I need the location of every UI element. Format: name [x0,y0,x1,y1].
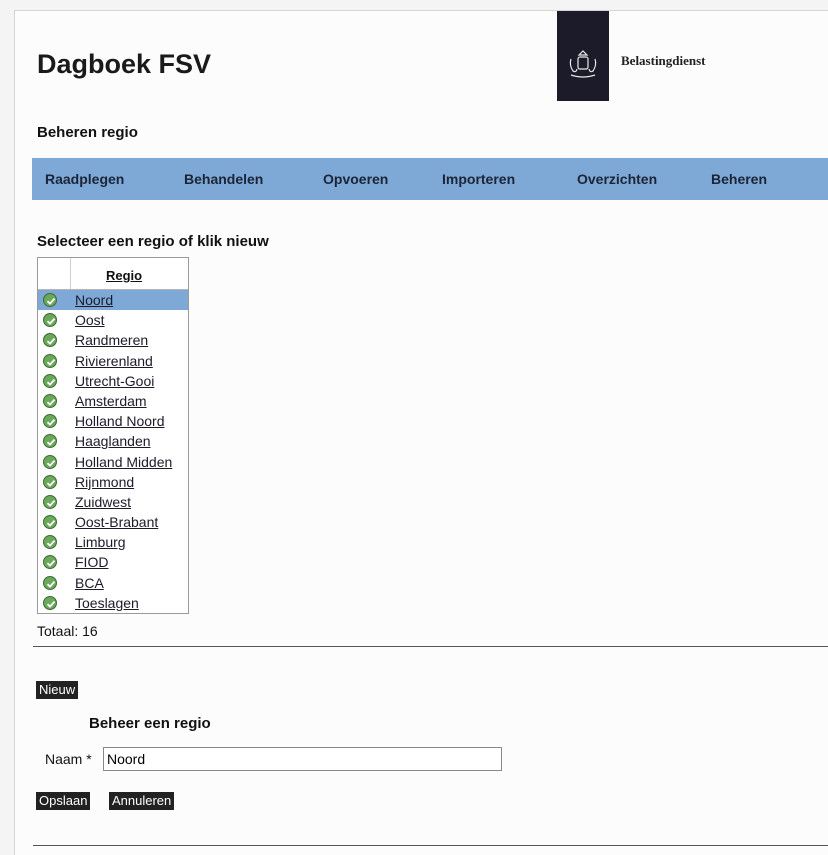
regio-link[interactable]: Holland Midden [75,454,172,470]
table-body: Noord Oost Randmeren Rivierenland Utrecht-Go… [38,290,188,613]
regio-link[interactable]: Limburg [75,534,126,550]
check-icon [43,414,57,429]
divider [33,646,828,647]
check-icon [43,494,57,509]
regio-link[interactable]: Noord [75,292,113,308]
form-title: Beheer een regio [89,715,211,732]
table-row[interactable]: Oost [38,310,188,330]
check-icon [43,313,57,328]
page: Dagboek FSV Belastingdienst Beheren regi… [14,10,828,855]
table-row[interactable]: Holland Noord [38,411,188,431]
table-row[interactable]: Noord [38,290,188,311]
regio-link[interactable]: Amsterdam [75,393,147,409]
check-icon [43,515,57,530]
nav-raadplegen[interactable]: Raadplegen [45,171,124,187]
table-row[interactable]: Limburg [38,532,188,552]
table-row[interactable]: Oost-Brabant [38,512,188,532]
table-row[interactable]: Rivierenland [38,351,188,371]
regio-link[interactable]: Oost [75,312,105,328]
check-icon [43,373,57,388]
nav-overzichten[interactable]: Overzichten [577,171,657,187]
table-row[interactable]: Amsterdam [38,391,188,411]
cancel-button[interactable]: Annuleren [109,792,175,810]
section-title: Beheren regio [37,124,138,141]
logo-block [557,11,609,101]
check-icon [43,474,57,489]
regio-link[interactable]: Rijnmond [75,474,134,490]
nav-behandelen[interactable]: Behandelen [184,171,263,187]
table-row[interactable]: Zuidwest [38,492,188,512]
check-icon [43,393,57,408]
coat-of-arms-icon [569,50,597,78]
regio-link[interactable]: Zuidwest [75,494,131,510]
nav-opvoeren[interactable]: Opvoeren [323,171,388,187]
table-row[interactable]: Utrecht-Gooi [38,371,188,391]
table-row[interactable]: FIOD [38,552,188,572]
app-title: Dagboek FSV [37,49,212,79]
nav-beheren[interactable]: Beheren [711,171,767,187]
check-icon [43,535,57,550]
check-icon [43,333,57,348]
table-row[interactable]: Randmeren [38,330,188,350]
check-icon [43,454,57,469]
regio-link[interactable]: FIOD [75,554,108,570]
table-header: Regio [38,258,188,290]
nav-importeren[interactable]: Importeren [442,171,515,187]
main-nav: Raadplegen Behandelen Opvoeren Importere… [32,158,828,200]
check-icon [43,595,57,610]
check-icon [43,575,57,590]
table-row[interactable]: Rijnmond [38,472,188,492]
regio-link[interactable]: Rivierenland [75,353,153,369]
regio-link[interactable]: Oost-Brabant [75,514,158,530]
brand-name: Belastingdienst [621,53,706,68]
divider [33,845,828,846]
check-icon [43,555,57,570]
column-header-regio[interactable]: Regio [106,268,142,283]
regio-link[interactable]: Holland Noord [75,413,165,429]
regio-table: Regio Noord Oost Randmeren Rivierenland Utre… [37,257,189,614]
regio-link[interactable]: Toeslagen [75,595,139,611]
regio-link[interactable]: Randmeren [75,332,148,348]
select-heading: Selecteer een regio of klik nieuw [37,233,269,250]
check-icon [43,293,57,307]
naam-input[interactable] [103,747,502,771]
naam-label: Naam * [45,751,92,767]
regio-link[interactable]: Haaglanden [75,433,151,449]
total-count: Totaal: 16 [37,623,98,639]
check-icon [43,434,57,449]
save-button[interactable]: Opslaan [36,792,91,810]
check-icon [43,353,57,368]
regio-link[interactable]: BCA [75,575,104,591]
table-row[interactable]: Haaglanden [38,431,188,451]
table-row[interactable]: Holland Midden [38,452,188,472]
new-button[interactable]: Nieuw [36,681,79,699]
table-row[interactable]: BCA [38,573,188,593]
regio-link[interactable]: Utrecht-Gooi [75,373,154,389]
table-row[interactable]: Toeslagen [38,593,188,613]
